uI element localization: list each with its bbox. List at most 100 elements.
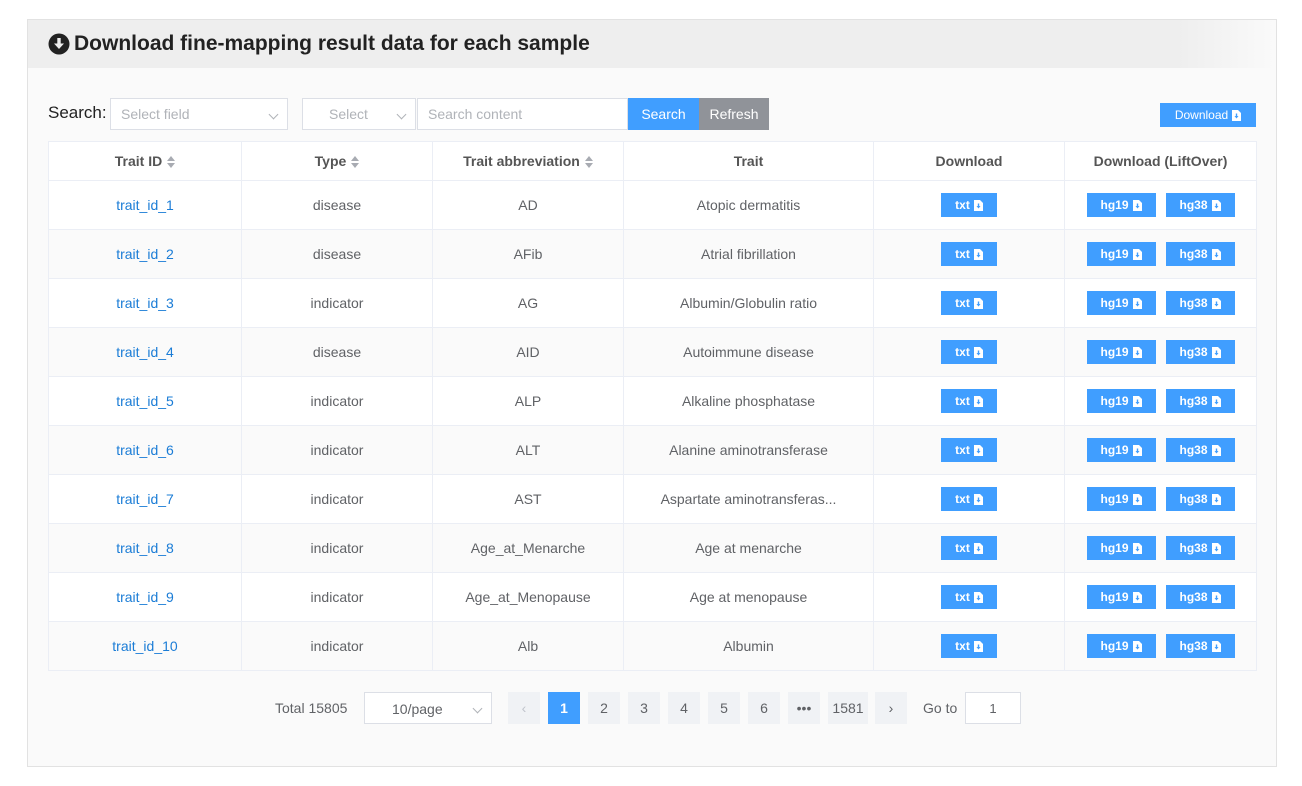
download-hg19-button[interactable]: hg19: [1086, 389, 1156, 413]
download-hg19-label: hg19: [1100, 296, 1129, 310]
cell-download-liftover: hg19 hg38: [1064, 621, 1257, 671]
download-hg19-button[interactable]: hg19: [1086, 585, 1156, 609]
download-hg38-button[interactable]: hg38: [1165, 487, 1235, 511]
file-download-icon: [1211, 346, 1221, 358]
download-hg19-button[interactable]: hg19: [1086, 536, 1156, 560]
download-hg38-button[interactable]: hg38: [1165, 536, 1235, 560]
download-hg19-button[interactable]: hg19: [1086, 487, 1156, 511]
trait-id-link[interactable]: trait_id_10: [112, 638, 177, 654]
sort-icon[interactable]: [351, 156, 360, 169]
circle-download-icon: [48, 33, 70, 55]
page-button[interactable]: 1581: [828, 692, 868, 724]
pagination: Total 15805 10/page ‹ 1 2 3 4 5 6 ••• 15…: [28, 692, 1278, 724]
page-button[interactable]: 3: [628, 692, 660, 724]
download-hg19-button[interactable]: hg19: [1086, 340, 1156, 364]
file-download-icon: [1211, 248, 1221, 260]
cell-abbreviation: Alb: [432, 621, 624, 671]
refresh-button[interactable]: Refresh: [699, 98, 769, 130]
field-select[interactable]: Select field: [110, 98, 288, 130]
download-txt-button[interactable]: txt: [941, 634, 997, 658]
cell-type: disease: [241, 229, 433, 279]
file-download-icon: [1211, 199, 1221, 211]
cell-download: txt: [873, 523, 1065, 573]
page-title: Download fine-mapping result data for ea…: [74, 32, 590, 55]
trait-id-link[interactable]: trait_id_2: [116, 246, 174, 262]
cell-type: indicator: [241, 474, 433, 524]
download-txt-button[interactable]: txt: [941, 291, 997, 315]
download-txt-button[interactable]: txt: [941, 193, 997, 217]
download-hg38-button[interactable]: hg38: [1165, 585, 1235, 609]
download-txt-button[interactable]: txt: [941, 438, 997, 462]
col-type[interactable]: Type: [241, 141, 433, 181]
cell-download-liftover: hg19 hg38: [1064, 376, 1257, 426]
download-hg38-label: hg38: [1179, 247, 1208, 261]
file-download-icon: [1132, 444, 1142, 456]
download-hg19-label: hg19: [1100, 394, 1129, 408]
download-hg19-button[interactable]: hg19: [1086, 242, 1156, 266]
download-hg38-button[interactable]: hg38: [1165, 193, 1235, 217]
cell-download-liftover: hg19 hg38: [1064, 278, 1257, 328]
goto-input[interactable]: [965, 692, 1021, 724]
sort-icon[interactable]: [584, 156, 593, 169]
download-hg38-button[interactable]: hg38: [1165, 389, 1235, 413]
cell-download-liftover: hg19 hg38: [1064, 474, 1257, 524]
download-hg19-button[interactable]: hg19: [1086, 438, 1156, 462]
more-pages-button[interactable]: •••: [788, 692, 820, 724]
file-download-icon: [973, 591, 983, 603]
col-label: Trait: [733, 153, 764, 169]
download-txt-button[interactable]: txt: [941, 536, 997, 560]
trait-id-link[interactable]: trait_id_5: [116, 393, 174, 409]
download-hg38-button[interactable]: hg38: [1165, 340, 1235, 364]
page-size-select[interactable]: 10/page: [364, 692, 492, 724]
search-input[interactable]: [417, 98, 628, 130]
col-trait-id[interactable]: Trait ID: [48, 141, 242, 181]
cell-trait: Atrial fibrillation: [623, 229, 874, 279]
table-row: trait_id_6 indicator ALT Alanine aminotrans…: [48, 425, 1257, 475]
next-page-button[interactable]: ›: [875, 692, 907, 724]
page-button[interactable]: 5: [708, 692, 740, 724]
download-txt-label: txt: [955, 198, 970, 212]
col-abbreviation[interactable]: Trait abbreviation: [432, 141, 624, 181]
trait-id-link[interactable]: trait_id_1: [116, 197, 174, 213]
download-txt-button[interactable]: txt: [941, 585, 997, 609]
page-button[interactable]: 6: [748, 692, 780, 724]
table-row: trait_id_7 indicator AST Aspartate aminotra…: [48, 474, 1257, 524]
download-hg38-button[interactable]: hg38: [1165, 634, 1235, 658]
cell-trait: Albumin: [623, 621, 874, 671]
download-hg38-label: hg38: [1179, 590, 1208, 604]
download-hg38-button[interactable]: hg38: [1165, 242, 1235, 266]
total-count: Total 15805: [275, 700, 348, 716]
search-button[interactable]: Search: [628, 98, 699, 130]
cell-abbreviation: AID: [432, 327, 624, 377]
trait-id-link[interactable]: trait_id_6: [116, 442, 174, 458]
download-all-button[interactable]: Download: [1160, 103, 1256, 127]
download-txt-button[interactable]: txt: [941, 487, 997, 511]
page-button[interactable]: 1: [548, 692, 580, 724]
download-txt-button[interactable]: txt: [941, 340, 997, 364]
trait-id-link[interactable]: trait_id_7: [116, 491, 174, 507]
trait-id-link[interactable]: trait_id_3: [116, 295, 174, 311]
sort-icon[interactable]: [167, 156, 176, 169]
prev-page-button[interactable]: ‹: [508, 692, 540, 724]
download-hg19-button[interactable]: hg19: [1086, 291, 1156, 315]
file-download-icon: [973, 542, 983, 554]
cell-download: txt: [873, 278, 1065, 328]
download-hg19-button[interactable]: hg19: [1086, 193, 1156, 217]
file-download-icon: [973, 346, 983, 358]
trait-id-link[interactable]: trait_id_9: [116, 589, 174, 605]
download-hg38-button[interactable]: hg38: [1165, 291, 1235, 315]
download-hg38-button[interactable]: hg38: [1165, 438, 1235, 462]
operator-select[interactable]: Select: [302, 98, 416, 130]
cell-trait: Autoimmune disease: [623, 327, 874, 377]
cell-download-liftover: hg19 hg38: [1064, 425, 1257, 475]
trait-id-link[interactable]: trait_id_4: [116, 344, 174, 360]
download-hg19-label: hg19: [1100, 590, 1129, 604]
download-hg19-button[interactable]: hg19: [1086, 634, 1156, 658]
trait-id-link[interactable]: trait_id_8: [116, 540, 174, 556]
download-txt-label: txt: [955, 345, 970, 359]
col-trait: Trait: [623, 141, 874, 181]
page-button[interactable]: 2: [588, 692, 620, 724]
download-txt-button[interactable]: txt: [941, 242, 997, 266]
page-button[interactable]: 4: [668, 692, 700, 724]
download-txt-button[interactable]: txt: [941, 389, 997, 413]
